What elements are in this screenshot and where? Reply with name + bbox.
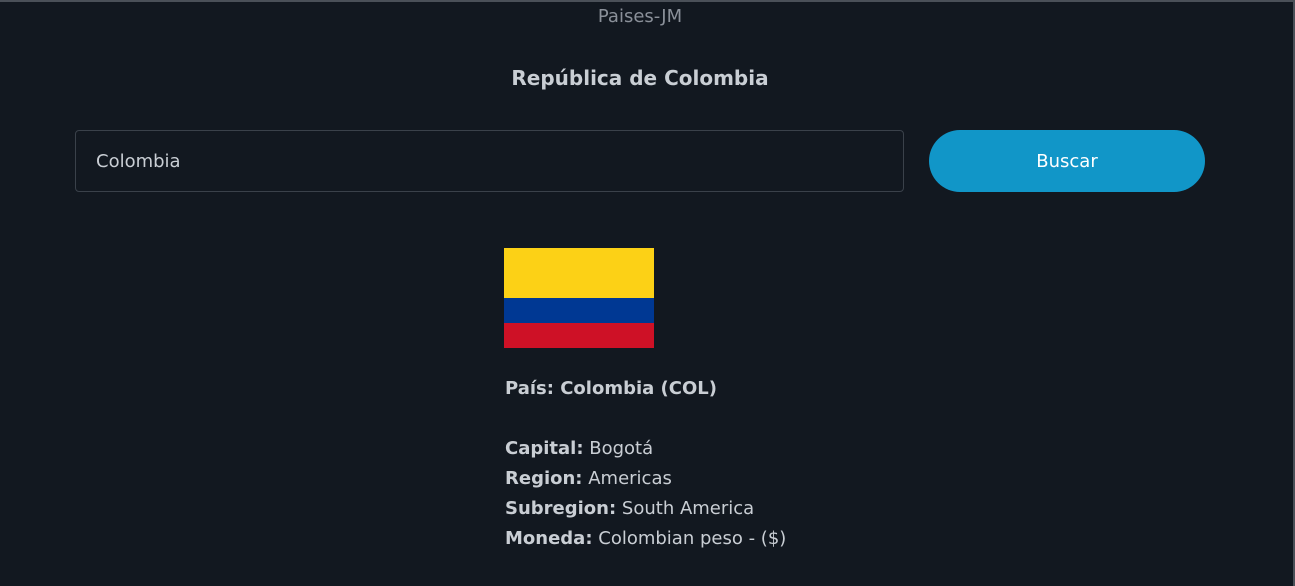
- flag-yellow-stripe: [504, 248, 654, 298]
- country-search-input[interactable]: [75, 130, 904, 192]
- country-details: País: Colombia (COL) Capital: Bogotá Reg…: [505, 374, 786, 554]
- subregion-label: Subregion:: [505, 498, 617, 519]
- currency-label: Moneda:: [505, 528, 593, 549]
- capital-row: Capital: Bogotá: [505, 434, 786, 464]
- country-official-name: República de Colombia: [511, 66, 769, 90]
- capital-label: Capital:: [505, 438, 584, 459]
- region-value: Americas: [582, 468, 672, 489]
- capital-value: Bogotá: [583, 438, 654, 459]
- country-name-code: País: Colombia (COL): [505, 378, 717, 399]
- region-row: Region: Americas: [505, 464, 786, 494]
- flag-blue-stripe: [504, 298, 654, 323]
- region-label: Region:: [505, 468, 583, 489]
- search-button[interactable]: Buscar: [929, 130, 1205, 192]
- currency-row: Moneda: Colombian peso - ($): [505, 524, 786, 554]
- details-spacer: [505, 404, 786, 434]
- currency-value: Colombian peso - ($): [592, 528, 787, 549]
- subregion-row: Subregion: South America: [505, 494, 786, 524]
- app-title: Paises-JM: [597, 6, 683, 27]
- flag-red-stripe: [504, 323, 654, 348]
- subregion-value: South America: [616, 498, 755, 519]
- colombia-flag-icon: [504, 248, 654, 348]
- window-top-border: [0, 0, 1295, 2]
